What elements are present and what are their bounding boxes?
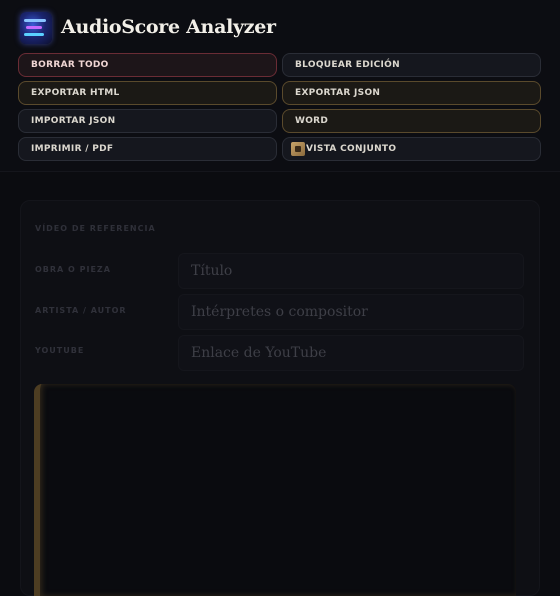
section-label: VÍDEO DE REFERENCIA [35, 224, 156, 233]
overview-button[interactable]: VISTA CONJUNTO [282, 137, 541, 161]
app-logo-icon [20, 12, 52, 44]
export-html-button[interactable]: EXPORTAR HTML [18, 81, 277, 105]
clear-all-button[interactable]: BORRAR TODO [18, 53, 277, 77]
export-json-button[interactable]: EXPORTAR JSON [282, 81, 541, 105]
print-pdf-button[interactable]: IMPRIMIR / PDF [18, 137, 277, 161]
lock-edit-button[interactable]: BLOQUEAR EDICIÓN [282, 53, 541, 77]
youtube-field-label: YOUTUBE [35, 346, 85, 355]
import-json-button[interactable]: IMPORTAR JSON [18, 109, 277, 133]
app-header: AudioScore Analyzer BORRAR TODO BLOQUEAR… [0, 0, 560, 172]
artist-input[interactable]: Intérpretes o compositor [178, 294, 524, 330]
work-title-input[interactable]: Título [178, 253, 524, 289]
overview-button-label: VISTA CONJUNTO [306, 144, 397, 154]
thumbnail-icon [291, 142, 305, 156]
app-title: AudioScore Analyzer [61, 16, 276, 38]
youtube-link-input[interactable]: Enlace de YouTube [178, 335, 524, 371]
work-field-label: OBRA O PIEZA [35, 265, 111, 274]
artist-field-label: ARTISTA / AUTOR [35, 306, 127, 315]
video-player[interactable] [34, 384, 516, 596]
word-button[interactable]: WORD [282, 109, 541, 133]
